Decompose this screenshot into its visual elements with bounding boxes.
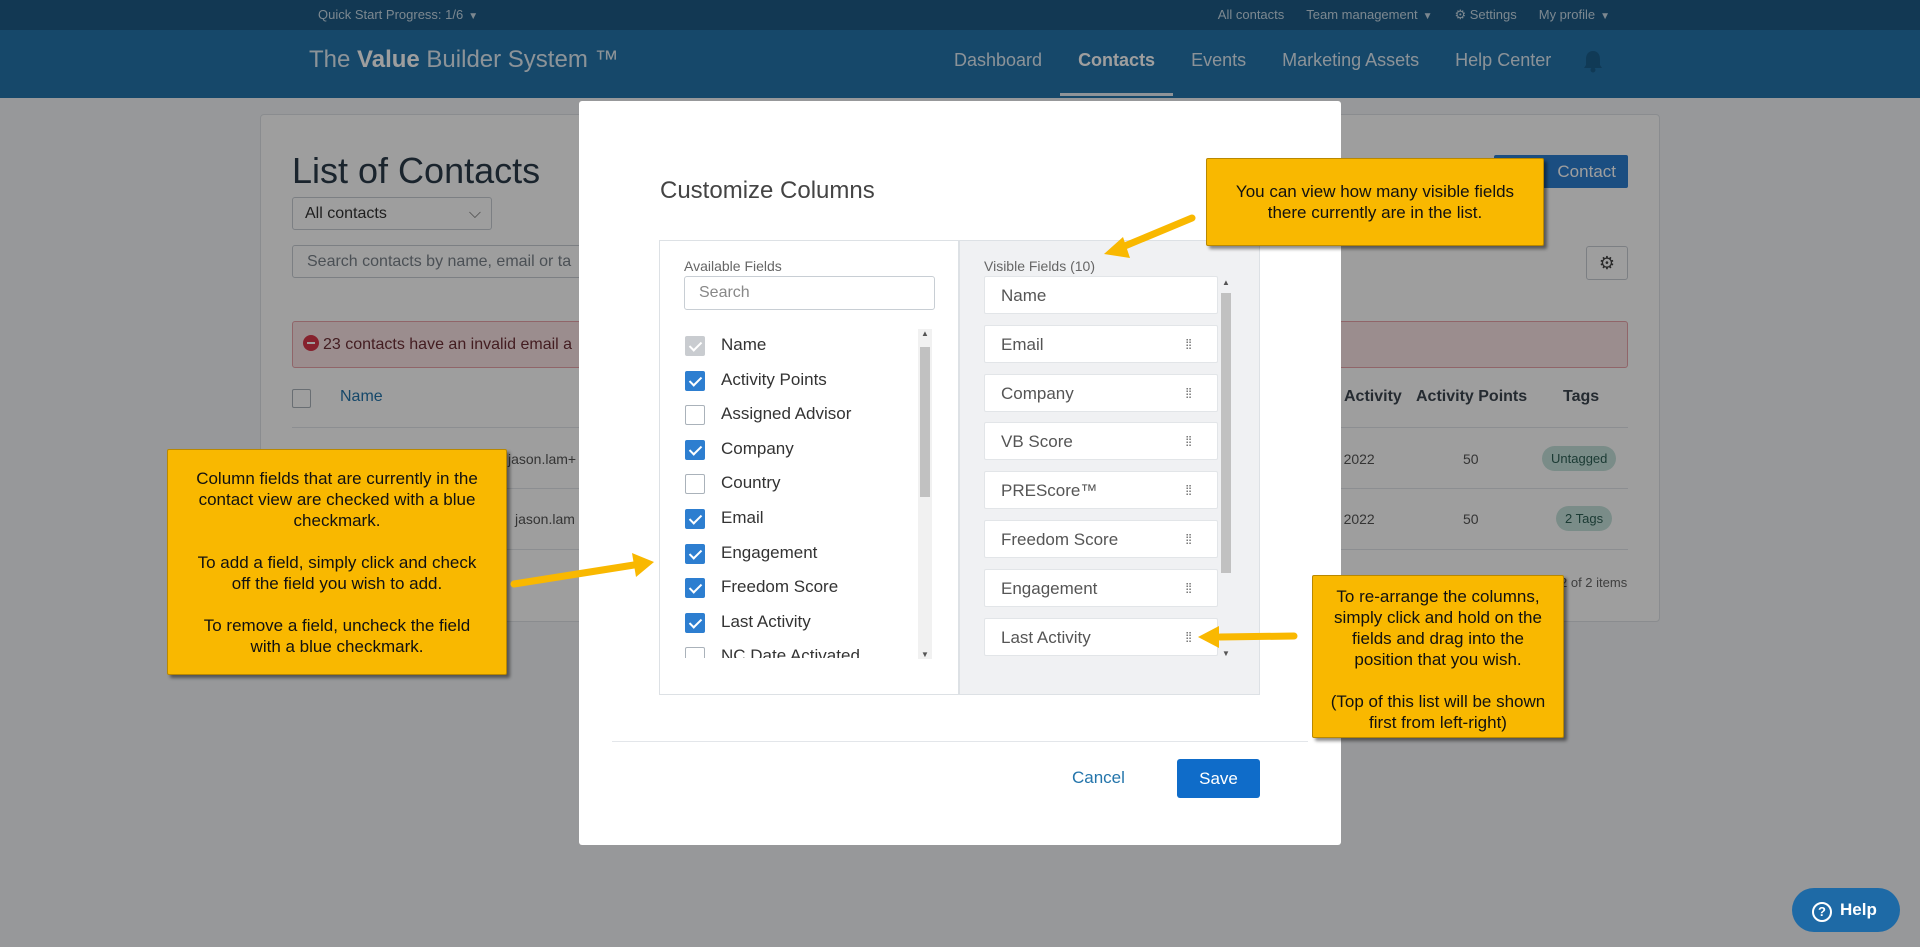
field-option[interactable]: Last Activity bbox=[684, 605, 924, 640]
scroll-up-icon[interactable]: ▲ bbox=[918, 329, 932, 338]
visible-field-item[interactable]: Last Activity ⁞⁞ bbox=[984, 618, 1218, 656]
drag-handle-icon[interactable]: ⁞⁞ bbox=[1185, 532, 1192, 546]
checkbox-checked[interactable] bbox=[685, 439, 705, 460]
drag-handle-icon[interactable]: ⁞⁞ bbox=[1185, 581, 1192, 595]
field-option[interactable]: Company bbox=[684, 432, 924, 467]
drag-handle-icon[interactable]: ⁞⁞ bbox=[1185, 337, 1192, 351]
visible-field-item[interactable]: VB Score ⁞⁞ bbox=[984, 422, 1218, 460]
checkbox-unchecked[interactable] bbox=[685, 474, 705, 495]
available-fields-label: Available Fields bbox=[684, 258, 782, 274]
visible-fields-scrollbar[interactable]: ▲ ▼ bbox=[1220, 278, 1232, 658]
callout-visible-count: You can view how many visible fields the… bbox=[1206, 158, 1544, 246]
checkbox-checked[interactable] bbox=[685, 612, 705, 633]
visible-field-item[interactable]: Email ⁞⁞ bbox=[984, 325, 1218, 363]
field-option[interactable]: Name bbox=[684, 328, 924, 363]
scrollbar-thumb[interactable] bbox=[920, 347, 930, 497]
field-option[interactable]: Freedom Score bbox=[684, 570, 924, 605]
field-option[interactable]: Assigned Advisor bbox=[684, 397, 924, 432]
callout-checkmarks: Column fields that are currently in the … bbox=[167, 449, 507, 675]
checkbox-checked[interactable] bbox=[685, 578, 705, 599]
field-option[interactable]: Country bbox=[684, 466, 924, 501]
checkbox-checked[interactable] bbox=[685, 543, 705, 564]
visible-field-item[interactable]: Engagement ⁞⁞ bbox=[984, 569, 1218, 607]
visible-field-item[interactable]: Company ⁞⁞ bbox=[984, 374, 1218, 412]
visible-field-item[interactable]: Freedom Score ⁞⁞ bbox=[984, 520, 1218, 558]
checkbox-checked[interactable] bbox=[685, 370, 705, 391]
available-fields-scrollbar[interactable]: ▲ ▼ bbox=[918, 329, 932, 659]
visible-fields-label: Visible Fields (10) bbox=[984, 258, 1096, 274]
help-button[interactable]: ? Help bbox=[1792, 888, 1900, 932]
drag-handle-icon[interactable]: ⁞⁞ bbox=[1185, 386, 1192, 400]
dialog-footer-divider bbox=[612, 741, 1308, 742]
question-icon: ? bbox=[1812, 902, 1832, 922]
checkbox-unchecked[interactable] bbox=[685, 405, 705, 426]
visible-field-item[interactable]: PREScore™ ⁞⁞ bbox=[984, 471, 1218, 509]
callout-rearrange: To re-arrange the columns, simply click … bbox=[1312, 575, 1564, 738]
field-option[interactable]: Engagement bbox=[684, 536, 924, 571]
checkbox-unchecked[interactable] bbox=[685, 647, 705, 658]
drag-handle-icon[interactable]: ⁞⁞ bbox=[1185, 434, 1192, 448]
drag-handle-icon[interactable]: ⁞⁞ bbox=[1185, 630, 1192, 644]
scroll-down-icon[interactable]: ▼ bbox=[918, 650, 932, 659]
scroll-down-icon[interactable]: ▼ bbox=[1220, 649, 1232, 658]
field-option[interactable]: Activity Points bbox=[684, 363, 924, 398]
scroll-up-icon[interactable]: ▲ bbox=[1220, 278, 1232, 287]
visible-field-item: Name bbox=[984, 276, 1218, 314]
cancel-button[interactable]: Cancel bbox=[1072, 768, 1125, 788]
checkbox-disabled bbox=[685, 336, 705, 356]
field-option[interactable]: NC Date Activated bbox=[684, 639, 924, 658]
checkbox-checked[interactable] bbox=[685, 508, 705, 529]
dialog-title: Customize Columns bbox=[660, 177, 875, 204]
field-search-input[interactable]: Search bbox=[684, 276, 935, 310]
available-fields-list: Name Activity Points Assigned Advisor Co… bbox=[684, 328, 924, 658]
field-option[interactable]: Email bbox=[684, 501, 924, 536]
save-button[interactable]: Save bbox=[1177, 759, 1260, 798]
scrollbar-thumb[interactable] bbox=[1221, 293, 1231, 573]
drag-handle-icon[interactable]: ⁞⁞ bbox=[1185, 483, 1192, 497]
